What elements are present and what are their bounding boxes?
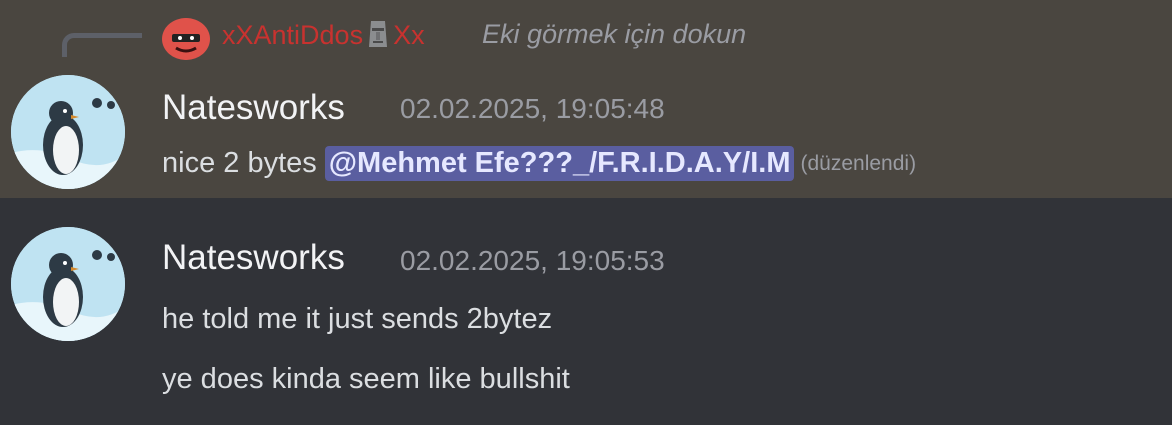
edited-label: (düzenlendi): [800, 151, 917, 175]
reply-preview[interactable]: Eki görmek için dokun: [482, 19, 746, 50]
message[interactable]: Natesworks 02.02.2025, 19:05:53 he told …: [0, 198, 1172, 425]
message-author[interactable]: Natesworks: [162, 238, 345, 278]
message-text: nice 2 bytes: [162, 147, 317, 179]
message-timestamp: 02.02.2025, 19:05:53: [400, 245, 665, 276]
message-highlighted[interactable]: xXAntiDdos Xx Eki görmek için dokun Nate…: [0, 0, 1172, 198]
moai-icon: [367, 19, 389, 51]
message-author[interactable]: Natesworks: [162, 88, 345, 128]
reply-avatar[interactable]: [162, 18, 210, 60]
reply-author-suffix: Xx: [393, 19, 425, 50]
avatar[interactable]: [11, 227, 125, 341]
avatar[interactable]: [11, 75, 125, 189]
reply-author[interactable]: xXAntiDdos Xx: [222, 19, 425, 51]
reply-connector: [62, 33, 142, 57]
message-text-line: ye does kinda seem like bullshit: [162, 363, 570, 395]
user-mention[interactable]: @Mehmet Efe???_/F.R.I.D.A.Y/I.M: [324, 146, 795, 181]
reply-author-name: xXAntiDdos: [222, 19, 364, 50]
message-content: nice 2 bytes @Mehmet Efe???_/F.R.I.D.A.Y…: [162, 146, 916, 181]
message-timestamp: 02.02.2025, 19:05:48: [400, 93, 665, 124]
message-text-line: he told me it just sends 2bytez: [162, 303, 553, 335]
